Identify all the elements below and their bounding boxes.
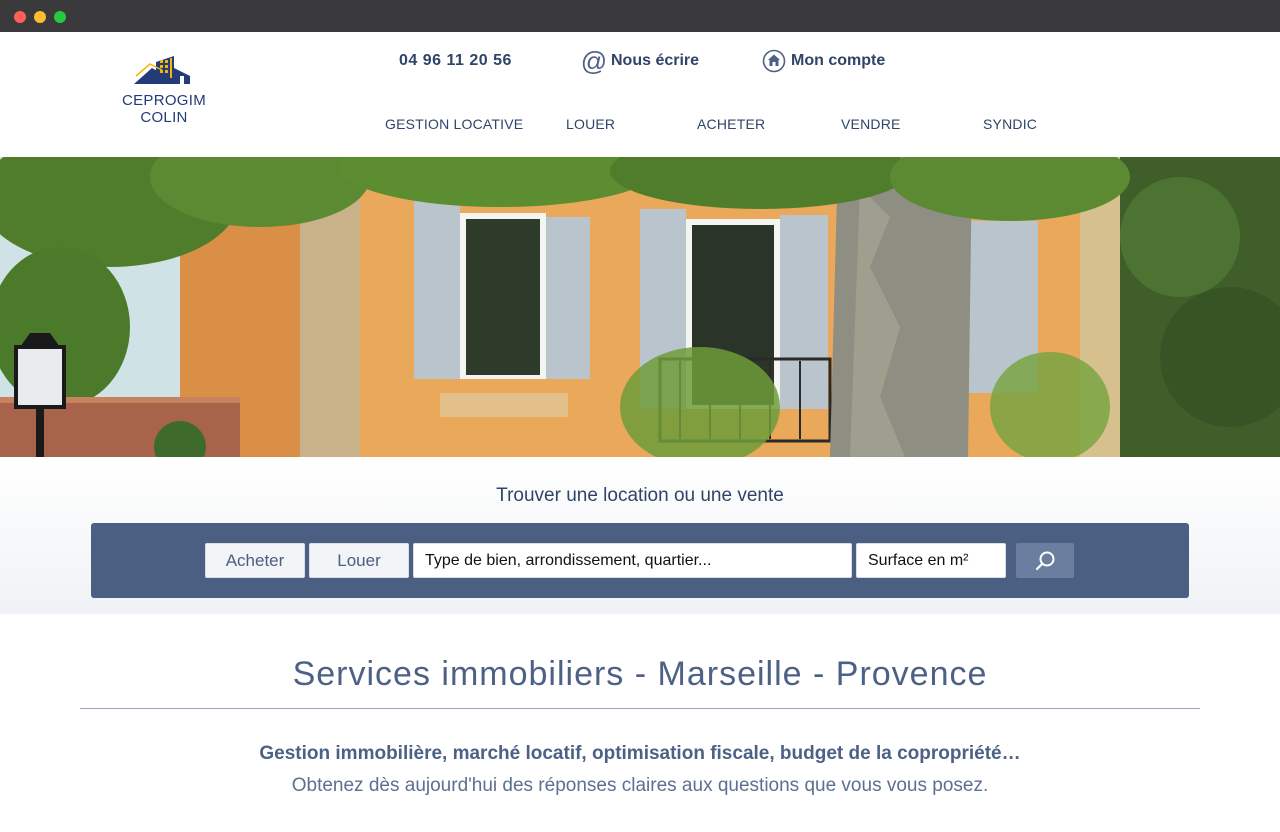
property-type-input[interactable]: Type de bien, arrondissement, quartier..… [413,543,852,578]
surface-input[interactable]: Surface en m² [856,543,1006,578]
hero-villa-illustration [0,157,1280,457]
at-icon: @ [580,46,608,76]
window-titlebar [0,0,1280,32]
nav-vendre[interactable]: VENDRE [841,116,901,132]
search-section: Trouver une location ou une vente Achete… [0,457,1280,614]
phone-link[interactable]: 04 96 11 20 56 [399,48,512,74]
site-logo[interactable]: CEPROGIM COLIN [118,54,214,132]
home-circle-icon [761,48,787,74]
site-header: CEPROGIM COLIN 04 96 11 20 56 @ Nous écr… [0,32,1280,157]
services-subtitle: Obtenez dès aujourd'hui des réponses cla… [291,775,989,796]
close-window-button[interactable] [14,11,26,23]
search-button[interactable] [1016,543,1074,578]
nav-syndic[interactable]: SYNDIC [983,116,1037,132]
services-lead: Gestion immobilière, marché locatif, opt… [259,743,1021,764]
write-us-label: Nous écrire [611,52,700,69]
write-us-link[interactable]: @ Nous écrire [581,48,699,74]
minimize-window-button[interactable] [34,11,46,23]
my-account-link[interactable]: Mon compte [761,48,885,74]
search-title: Trouver une location ou une vente [496,485,784,506]
hero-image [0,157,1280,457]
section-divider [80,708,1200,709]
logo-line-1: CEPROGIM [121,92,207,109]
nav-gestion-locative[interactable]: GESTION LOCATIVE [385,116,523,132]
logo-line-2: COLIN [140,109,188,126]
maximize-window-button[interactable] [54,11,66,23]
rent-toggle-button[interactable]: Louer [309,543,409,578]
services-heading: Services immobiliers - Marseille - Prove… [292,655,988,693]
logo-building-icon [134,56,190,84]
my-account-label: Mon compte [791,52,886,69]
buy-toggle-button[interactable]: Acheter [205,543,305,578]
search-icon [1035,551,1055,570]
nav-louer[interactable]: LOUER [566,116,615,132]
search-panel: Acheter Louer Type de bien, arrondisseme… [91,523,1189,598]
nav-acheter[interactable]: ACHETER [697,116,765,132]
